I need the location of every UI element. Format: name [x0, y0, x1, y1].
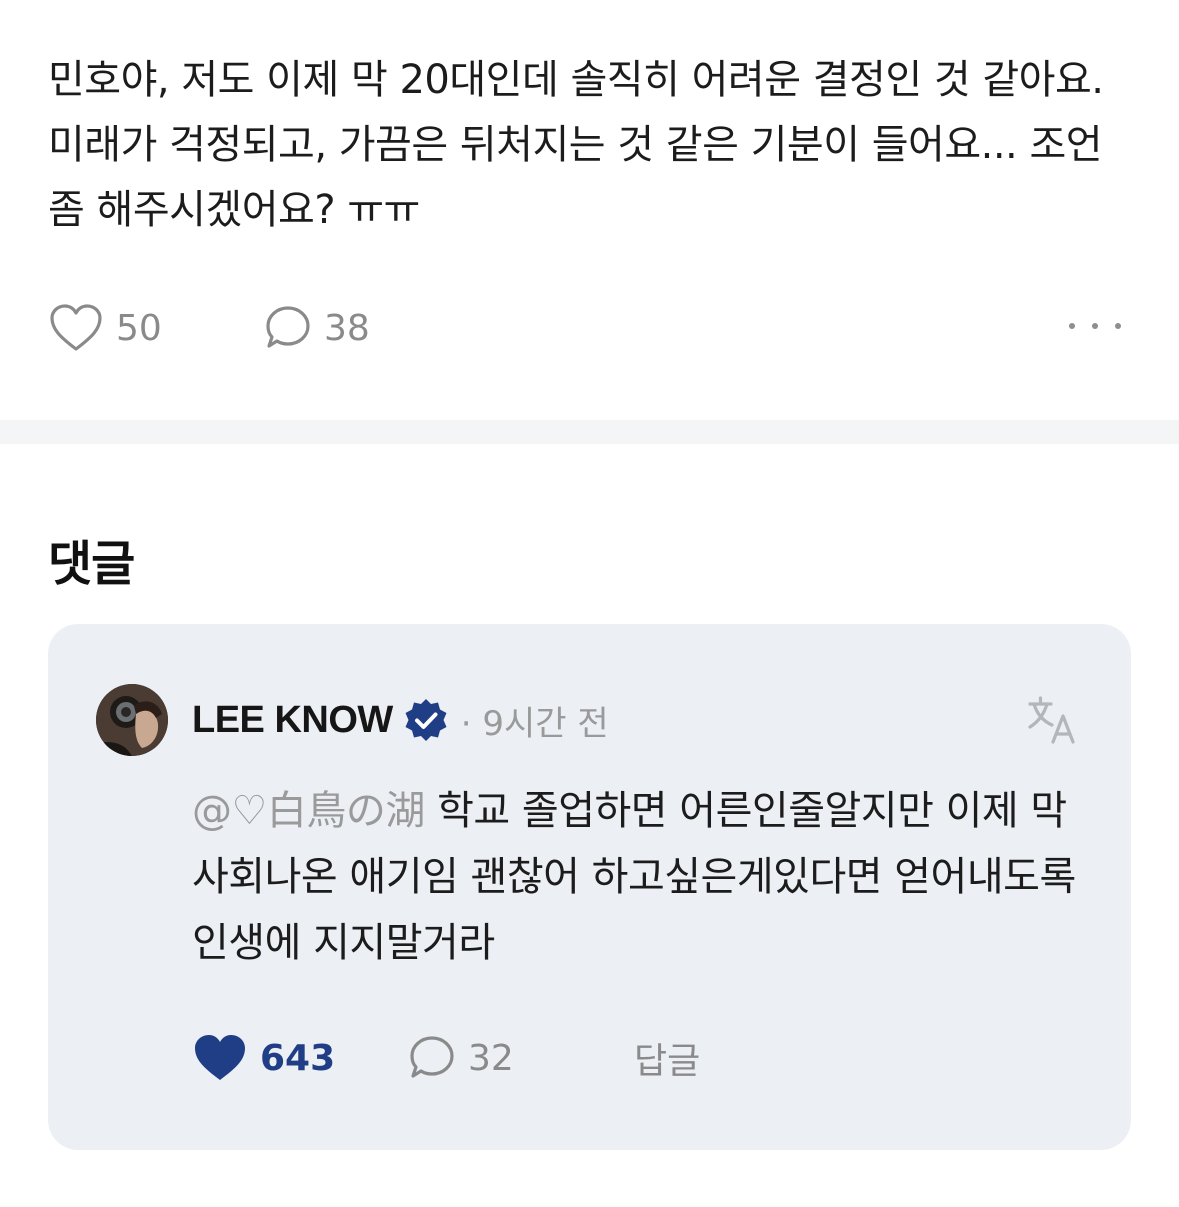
heart-outline-icon: [50, 304, 102, 351]
post-body: 민호야, 저도 이제 막 20대인데 솔직히 어려운 결정인 것 같아요. 미래…: [48, 57, 1104, 233]
mention-link[interactable]: @♡白鳥の湖: [192, 788, 425, 834]
comment-like-count: 643: [260, 1037, 336, 1079]
avatar[interactable]: [96, 684, 168, 756]
comment-reply-count: 32: [468, 1037, 514, 1079]
translate-icon: [1028, 696, 1075, 744]
author-name[interactable]: LEE KNOW: [192, 699, 393, 742]
comment-like-button[interactable]: 643: [192, 1028, 335, 1088]
more-dot: [1092, 323, 1098, 329]
reply-label: 답글: [634, 1041, 701, 1082]
more-horizontal-icon: [1069, 323, 1075, 329]
comment-button[interactable]: 38: [264, 298, 370, 358]
comment-actions: 643 32 답글: [192, 1028, 992, 1088]
comment-card: LEE KNOW · 9시간 전 @♡白鳥の湖 학교 졸업하면 어른인줄알지만 …: [48, 624, 1131, 1150]
comment-body: @♡白鳥の湖 학교 졸업하면 어른인줄알지만 이제 막사회나온 애기임 괜찮어 …: [192, 778, 1092, 976]
comments-heading: 댓글: [48, 536, 135, 592]
avatar-image: [96, 684, 168, 756]
post: 민호야, 저도 이제 막 20대인데 솔직히 어려운 결정인 것 같아요. 미래…: [0, 0, 1179, 420]
verified-badge-icon: [405, 699, 447, 741]
comments-section: 댓글 LEE KNOW · 9시간 전 @♡白鳥の湖 학교 졸업하면 어른인줄알…: [0, 444, 1179, 1207]
speech-bubble-icon: [410, 1036, 454, 1078]
comment-header: LEE KNOW · 9시간 전: [192, 696, 609, 744]
like-count: 50: [116, 307, 162, 349]
speech-bubble-icon: [266, 306, 310, 348]
comment-reply-count-button[interactable]: 32: [408, 1028, 514, 1088]
heart-filled-icon: [195, 1035, 245, 1080]
post-actions: 50 38: [48, 298, 1133, 358]
reply-button[interactable]: 답글: [634, 1028, 700, 1088]
translate-button[interactable]: [1027, 694, 1079, 746]
more-dot: [1115, 323, 1121, 329]
comment-count: 38: [324, 307, 370, 349]
more-options-button[interactable]: [1069, 316, 1121, 336]
section-divider: [0, 420, 1179, 444]
like-button[interactable]: 50: [48, 298, 162, 358]
comment-timestamp: · 9시간 전: [460, 703, 609, 744]
